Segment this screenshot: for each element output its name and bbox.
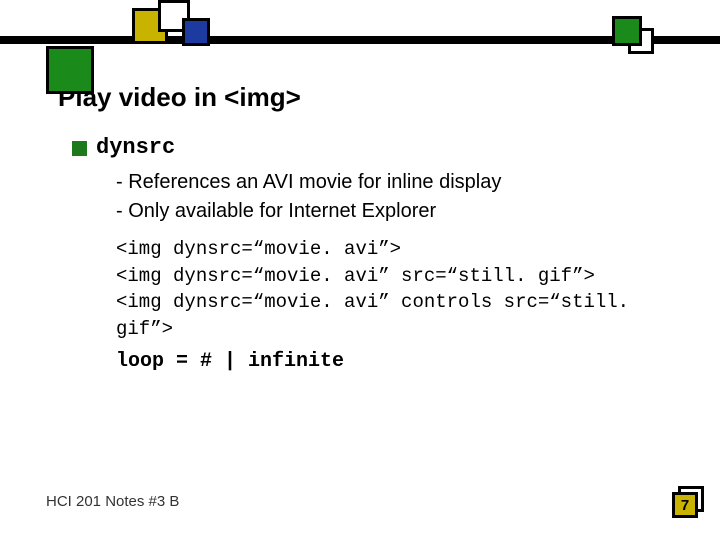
slide-content: Play video in <img> dynsrc - References … [0, 64, 720, 373]
footer-text: HCI 201 Notes #3 B [46, 493, 179, 510]
page-number-value: 7 [681, 497, 689, 514]
header-decoration [0, 0, 720, 64]
sub-bullets: - References an AVI movie for inline dis… [116, 168, 660, 226]
loop-syntax: loop = # | infinite [116, 350, 660, 373]
deco-square-blue [182, 18, 210, 46]
code-line: <img dynsrc=“movie. avi” controls src=“s… [116, 289, 660, 342]
bullet-row: dynsrc - References an AVI movie for inl… [96, 135, 660, 373]
page-number: 7 [672, 492, 698, 518]
bullet-label: dynsrc [96, 135, 175, 160]
code-line: <img dynsrc=“movie. avi”> [116, 236, 660, 263]
bullet-icon [72, 141, 87, 156]
deco-square-green [612, 16, 642, 46]
sub-bullet: - References an AVI movie for inline dis… [116, 168, 660, 197]
slide-title: Play video in <img> [58, 82, 660, 113]
sub-bullet: - Only available for Internet Explorer [116, 197, 660, 226]
code-block: <img dynsrc=“movie. avi”> <img dynsrc=“m… [116, 236, 660, 342]
code-line: <img dynsrc=“movie. avi” src=“still. gif… [116, 263, 660, 290]
title-square [46, 46, 94, 94]
